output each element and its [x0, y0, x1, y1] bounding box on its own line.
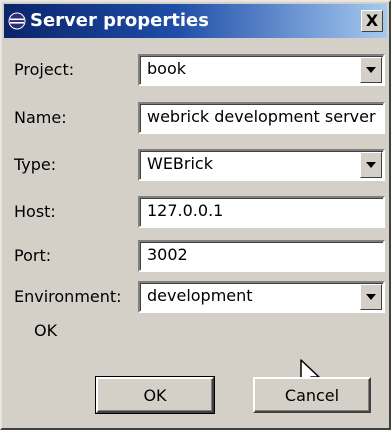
name-value: webrick development server	[147, 107, 376, 126]
name-field[interactable]: webrick development server	[138, 102, 385, 134]
type-dropdown-button[interactable]	[360, 152, 382, 178]
environment-value: development	[147, 286, 253, 305]
type-select[interactable]: WEBrick	[138, 149, 385, 181]
project-dropdown-button[interactable]	[360, 57, 382, 83]
close-button[interactable]: X	[361, 10, 383, 32]
project-select[interactable]: book	[138, 54, 385, 86]
type-value: WEBrick	[147, 154, 213, 173]
environment-dropdown-button[interactable]	[360, 284, 382, 310]
port-value: 3002	[147, 245, 188, 264]
ok-button[interactable]: OK	[95, 376, 215, 414]
cancel-button[interactable]: Cancel	[253, 377, 371, 413]
title-bar[interactable]: Server properties X	[4, 4, 387, 38]
chevron-down-icon	[366, 67, 376, 73]
eclipse-icon	[8, 12, 26, 30]
environment-select[interactable]: development	[138, 281, 385, 313]
chevron-down-icon	[366, 294, 376, 300]
type-label: Type:	[14, 155, 57, 174]
status-message: OK	[34, 321, 58, 340]
environment-label: Environment:	[14, 287, 122, 306]
chevron-down-icon	[366, 162, 376, 168]
host-label: Host:	[14, 202, 56, 221]
project-label: Project:	[14, 60, 75, 79]
port-field[interactable]: 3002	[138, 240, 385, 272]
port-label: Port:	[14, 246, 52, 265]
host-value: 127.0.0.1	[147, 201, 224, 220]
window-title: Server properties	[30, 10, 209, 31]
server-properties-dialog: Server properties X Project: book Name: …	[0, 0, 391, 430]
host-field[interactable]: 127.0.0.1	[138, 196, 385, 228]
name-label: Name:	[14, 108, 67, 127]
close-icon: X	[365, 11, 379, 30]
project-value: book	[147, 59, 186, 78]
